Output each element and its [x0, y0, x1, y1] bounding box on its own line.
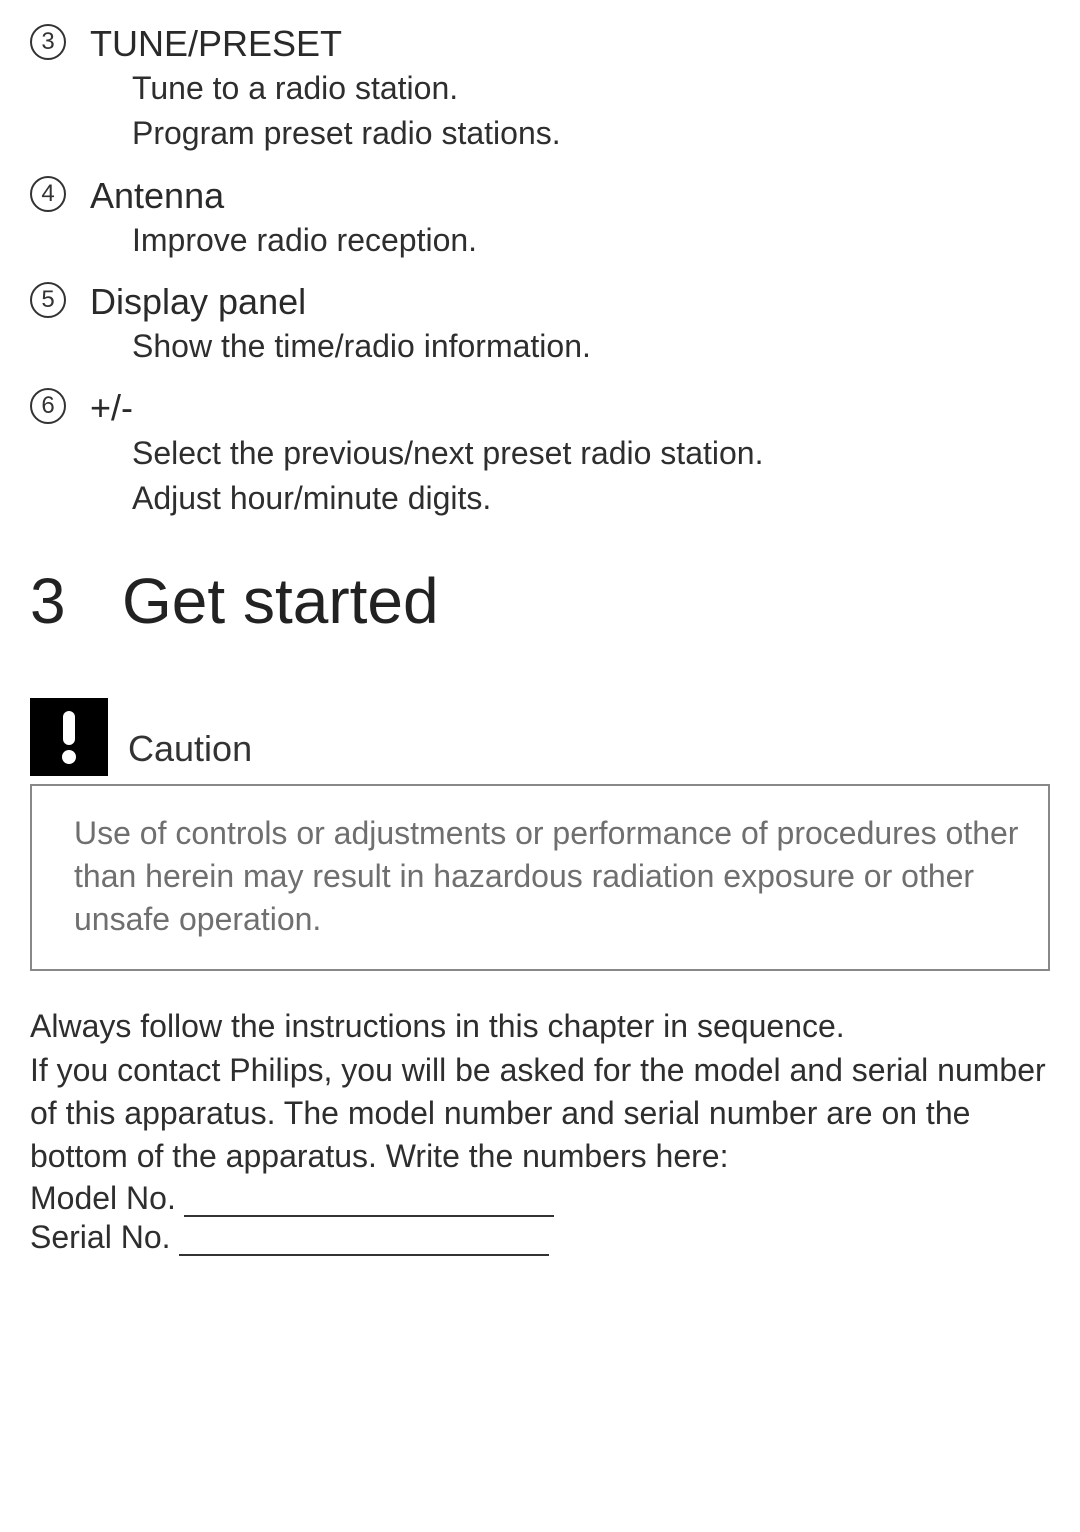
feature-body: TUNE/PRESET Tune to a radio station. Pro… — [80, 22, 1050, 156]
chapter-heading: 3 Get started — [30, 564, 1050, 638]
circled-number: 5 — [30, 282, 66, 318]
feature-desc-line: Tune to a radio station. — [90, 67, 1050, 110]
chapter-number: 3 — [30, 564, 122, 638]
model-number-field: Model No. — [30, 1180, 1050, 1217]
model-number-blank-line — [184, 1189, 554, 1217]
caution-box: Use of controls or adjustments or perfor… — [30, 784, 1050, 972]
instruction-line: Always follow the instructions in this c… — [30, 1005, 1050, 1048]
feature-title: TUNE/PRESET — [90, 22, 1050, 65]
feature-body: Display panel Show the time/radio inform… — [80, 280, 1050, 368]
circled-number: 3 — [30, 24, 66, 60]
feature-body: Antenna Improve radio reception. — [80, 174, 1050, 262]
feature-body: +/- Select the previous/next preset radi… — [80, 386, 1050, 520]
caution-header: Caution — [30, 698, 1050, 776]
feature-desc-line: Select the previous/next preset radio st… — [90, 432, 1050, 475]
instruction-paragraph: If you contact Philips, you will be aske… — [30, 1049, 1050, 1179]
model-number-label: Model No. — [30, 1180, 176, 1217]
feature-marker: 4 — [30, 174, 80, 212]
chapter-title: Get started — [122, 564, 439, 638]
manual-page: 3 TUNE/PRESET Tune to a radio station. P… — [0, 0, 1080, 1296]
circled-number: 6 — [30, 388, 66, 424]
circled-number: 4 — [30, 176, 66, 212]
serial-number-field: Serial No. — [30, 1219, 1050, 1256]
feature-desc-line: Adjust hour/minute digits. — [90, 477, 1050, 520]
caution-icon — [30, 698, 108, 776]
feature-item-4: 4 Antenna Improve radio reception. — [30, 174, 1050, 262]
serial-number-blank-line — [179, 1228, 549, 1256]
feature-marker: 5 — [30, 280, 80, 318]
caution-label: Caution — [128, 728, 252, 776]
feature-item-6: 6 +/- Select the previous/next preset ra… — [30, 386, 1050, 520]
caution-text: Use of controls or adjustments or perfor… — [74, 812, 1034, 942]
feature-marker: 3 — [30, 22, 80, 60]
feature-marker: 6 — [30, 386, 80, 424]
feature-item-3: 3 TUNE/PRESET Tune to a radio station. P… — [30, 22, 1050, 156]
feature-title: Antenna — [90, 174, 1050, 217]
feature-title: +/- — [90, 386, 1050, 429]
feature-desc-line: Program preset radio stations. — [90, 112, 1050, 155]
serial-number-label: Serial No. — [30, 1219, 171, 1256]
feature-title: Display panel — [90, 280, 1050, 323]
feature-item-5: 5 Display panel Show the time/radio info… — [30, 280, 1050, 368]
feature-desc-line: Improve radio reception. — [90, 219, 1050, 262]
feature-desc-line: Show the time/radio information. — [90, 325, 1050, 368]
